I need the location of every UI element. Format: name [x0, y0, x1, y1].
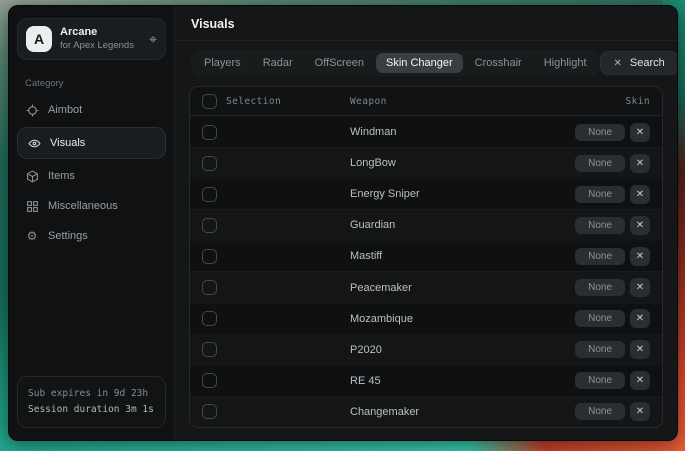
weapon-name: Mozambique: [350, 313, 518, 325]
skin-select[interactable]: None: [575, 217, 625, 234]
row-checkbox[interactable]: [202, 218, 217, 233]
row-checkbox[interactable]: [202, 280, 217, 295]
table-row: LongBow None ✕: [190, 147, 662, 178]
table-row: Peacemaker None ✕: [190, 271, 662, 302]
clear-skin-button[interactable]: ✕: [630, 371, 650, 390]
tab-players[interactable]: Players: [194, 53, 251, 73]
app-subtitle: for Apex Legends: [60, 40, 141, 52]
column-header-selection: Selection: [226, 96, 281, 107]
weapon-name: Peacemaker: [350, 282, 518, 294]
table-body: Windman None ✕ LongBow None ✕: [190, 116, 662, 427]
skin-table: Selection Weapon Skin Windman None ✕ Lon…: [189, 86, 663, 428]
select-all-checkbox[interactable]: [202, 94, 217, 109]
target-icon[interactable]: ⌖: [149, 32, 157, 46]
clear-skin-button[interactable]: ✕: [630, 402, 650, 421]
table-row: Changemaker None ✕: [190, 396, 662, 427]
clear-skin-button[interactable]: ✕: [630, 309, 650, 328]
gear-icon: ⚙: [25, 229, 39, 243]
clear-skin-button[interactable]: ✕: [630, 123, 650, 142]
brand-text: Arcane for Apex Legends: [60, 26, 141, 52]
column-header-weapon: Weapon: [350, 96, 518, 107]
skin-select[interactable]: None: [575, 186, 625, 203]
weapon-name: RE 45: [350, 375, 518, 387]
table-header-row: Selection Weapon Skin: [190, 87, 662, 116]
skin-select[interactable]: None: [575, 155, 625, 172]
table-row: Windman None ✕: [190, 116, 662, 147]
skin-select[interactable]: None: [575, 310, 625, 327]
clear-skin-button[interactable]: ✕: [630, 185, 650, 204]
row-checkbox[interactable]: [202, 125, 217, 140]
column-header-skin: Skin: [518, 96, 650, 107]
arcane-window: A Arcane for Apex Legends ⌖ Category Aim…: [8, 5, 678, 441]
clear-skin-button[interactable]: ✕: [630, 154, 650, 173]
sidebar-item-label: Miscellaneous: [48, 200, 118, 212]
sidebar-item-label: Items: [48, 170, 75, 182]
toolbar: Players Radar OffScreen Skin Changer Cro…: [175, 41, 677, 84]
row-checkbox[interactable]: [202, 373, 217, 388]
skin-select[interactable]: None: [575, 124, 625, 141]
search-button-label: Search: [630, 57, 665, 69]
sidebar-item-items[interactable]: Items: [9, 161, 174, 191]
row-checkbox[interactable]: [202, 404, 217, 419]
sidebar-item-label: Aimbot: [48, 104, 82, 116]
page-title: Visuals: [191, 17, 661, 31]
eye-scan-icon: [27, 136, 41, 150]
x-icon: ✕: [614, 58, 622, 69]
tab-skin-changer[interactable]: Skin Changer: [376, 53, 463, 73]
clear-skin-button[interactable]: ✕: [630, 247, 650, 266]
clear-skin-button[interactable]: ✕: [630, 340, 650, 359]
sidebar: A Arcane for Apex Legends ⌖ Category Aim…: [9, 6, 175, 440]
tab-offscreen[interactable]: OffScreen: [305, 53, 374, 73]
weapon-name: Guardian: [350, 219, 518, 231]
table-row: RE 45 None ✕: [190, 365, 662, 396]
row-checkbox[interactable]: [202, 156, 217, 171]
weapon-name: Changemaker: [350, 406, 518, 418]
weapon-name: LongBow: [350, 157, 518, 169]
weapon-name: P2020: [350, 344, 518, 356]
row-checkbox[interactable]: [202, 342, 217, 357]
tab-highlight[interactable]: Highlight: [534, 53, 597, 73]
app-logo: A: [26, 26, 52, 52]
session-duration-text: Session duration 3m 1s: [28, 402, 155, 418]
search-button[interactable]: ✕ Search: [600, 51, 678, 75]
sidebar-item-label: Settings: [48, 230, 88, 242]
clear-skin-button[interactable]: ✕: [630, 278, 650, 297]
skin-select[interactable]: None: [575, 248, 625, 265]
table-row: Mozambique None ✕: [190, 303, 662, 334]
table-row: Mastiff None ✕: [190, 240, 662, 271]
crosshair-icon: [25, 103, 39, 117]
skin-select[interactable]: None: [575, 341, 625, 358]
subscription-info-card: Sub expires in 9d 23h Session duration 3…: [17, 376, 166, 428]
row-checkbox[interactable]: [202, 249, 217, 264]
row-checkbox[interactable]: [202, 311, 217, 326]
app-title: Arcane: [60, 26, 141, 40]
tab-radar[interactable]: Radar: [253, 53, 303, 73]
weapon-name: Mastiff: [350, 250, 518, 262]
clear-skin-button[interactable]: ✕: [630, 216, 650, 235]
table-row: Energy Sniper None ✕: [190, 178, 662, 209]
sidebar-item-miscellaneous[interactable]: Miscellaneous: [9, 191, 174, 221]
brand-card: A Arcane for Apex Legends ⌖: [17, 18, 166, 60]
weapon-name: Energy Sniper: [350, 188, 518, 200]
tab-bar: Players Radar OffScreen Skin Changer Cro…: [191, 50, 600, 76]
sidebar-item-settings[interactable]: ⚙ Settings: [9, 221, 174, 251]
category-label: Category: [25, 78, 158, 89]
main-panel: Visuals Players Radar OffScreen Skin Cha…: [175, 6, 677, 440]
grid-icon: [25, 199, 39, 213]
main-header: Visuals: [175, 6, 677, 41]
table-row: Guardian None ✕: [190, 209, 662, 240]
skin-select[interactable]: None: [575, 279, 625, 296]
cube-icon: [25, 169, 39, 183]
table-row: P2020 None ✕: [190, 334, 662, 365]
sub-expiry-text: Sub expires in 9d 23h: [28, 386, 155, 402]
sidebar-item-aimbot[interactable]: Aimbot: [9, 95, 174, 125]
tab-crosshair[interactable]: Crosshair: [465, 53, 532, 73]
sidebar-item-label: Visuals: [50, 137, 85, 149]
weapon-name: Windman: [350, 126, 518, 138]
row-checkbox[interactable]: [202, 187, 217, 202]
skin-select[interactable]: None: [575, 372, 625, 389]
skin-select[interactable]: None: [575, 403, 625, 420]
sidebar-item-visuals[interactable]: Visuals: [17, 127, 166, 159]
